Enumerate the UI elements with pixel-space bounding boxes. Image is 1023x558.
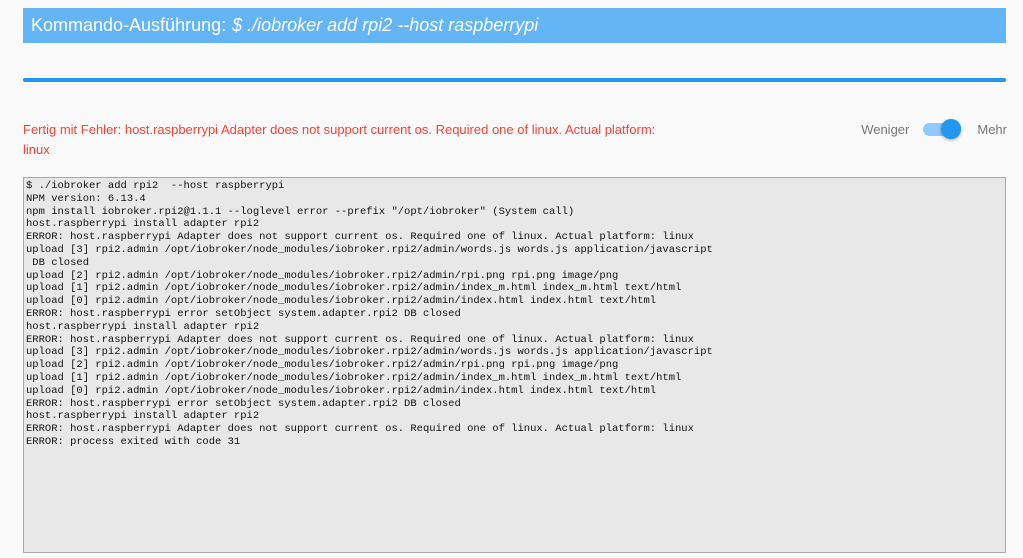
log-output-text: $ ./iobroker add rpi2 --host raspberrypi… [26, 180, 713, 448]
dialog-command: $ ./iobroker add rpi2 --host raspberrypi [232, 15, 539, 35]
switch-thumb[interactable] [941, 119, 962, 139]
toggle-label-less: Weniger [861, 121, 910, 137]
less-more-switch[interactable] [923, 118, 962, 140]
log-output-area[interactable]: $ ./iobroker add rpi2 --host raspberrypi… [23, 177, 1006, 553]
progress-bar-fill [23, 78, 1006, 82]
dialog-title: Kommando-Ausführung: [31, 15, 227, 35]
command-dialog: Kommando-Ausführung: $ ./iobroker add rp… [0, 0, 1023, 558]
dialog-title-bar: Kommando-Ausführung: $ ./iobroker add rp… [23, 8, 1006, 43]
status-error-message: Fertig mit Fehler: host.raspberrypi Adap… [23, 122, 656, 157]
detail-toggle-group: Weniger Mehr [861, 118, 1007, 140]
toggle-label-more: Mehr [977, 121, 1007, 137]
progress-bar [23, 78, 1006, 82]
